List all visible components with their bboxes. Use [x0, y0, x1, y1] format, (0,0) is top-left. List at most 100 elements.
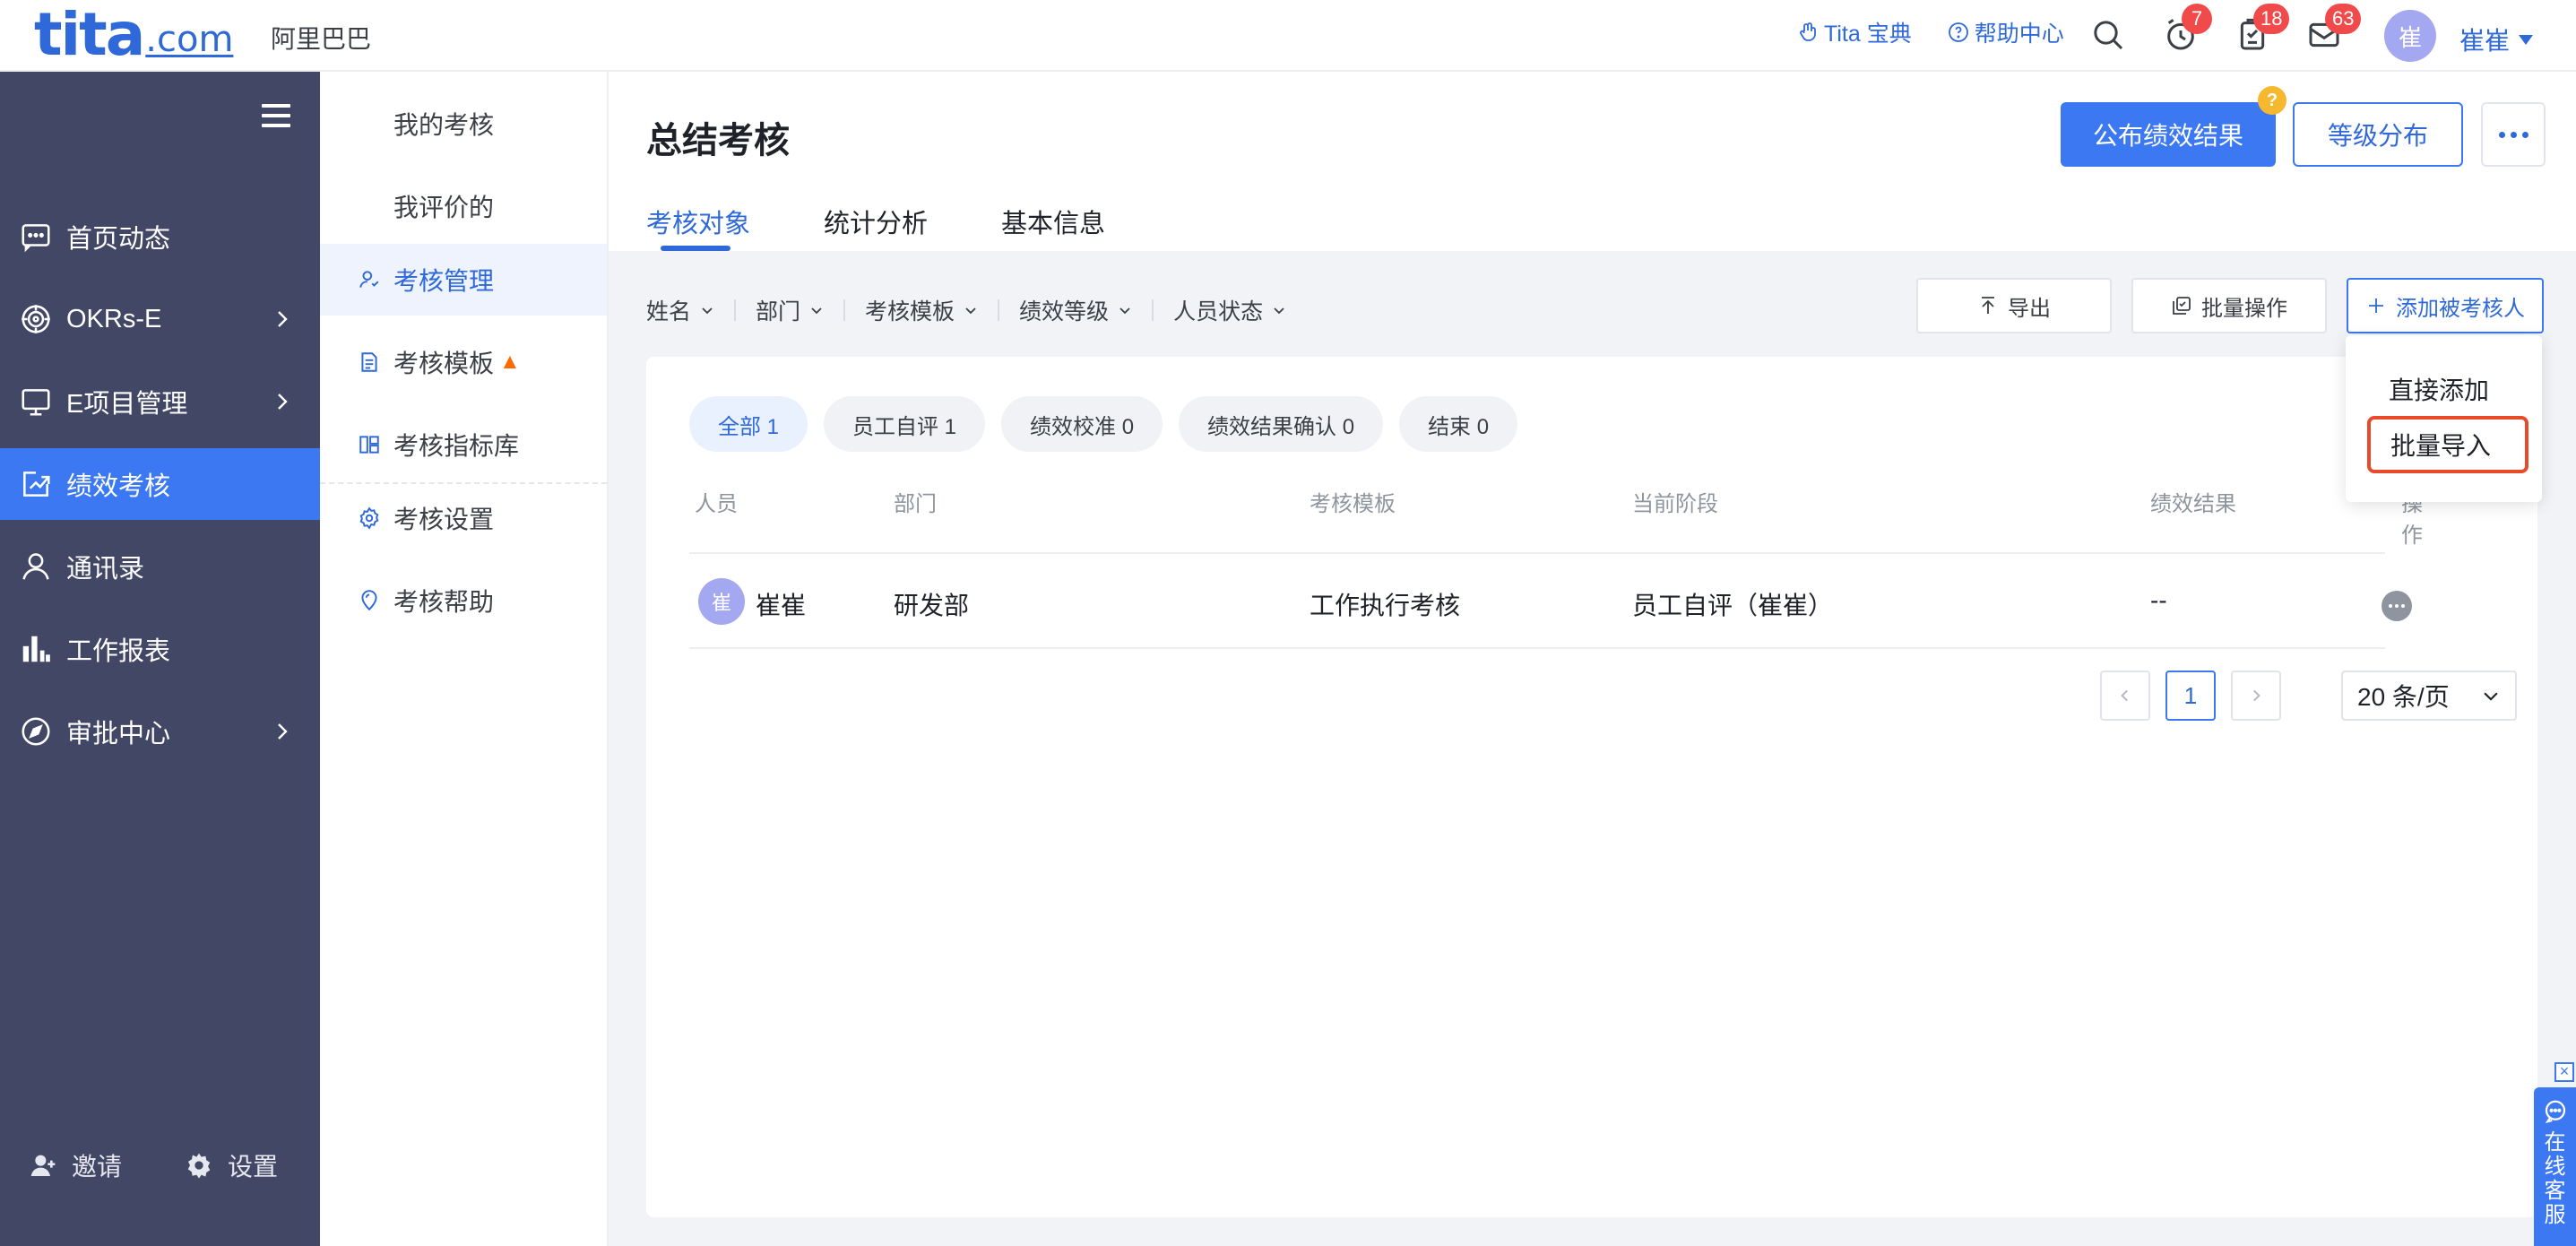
hand-icon: [1800, 22, 1816, 41]
row-more-icon[interactable]: [2382, 591, 2412, 621]
search-icon: [2094, 21, 2123, 50]
nav-label: E项目管理: [66, 390, 188, 419]
submenu-my-evaluations[interactable]: 我评价的: [320, 170, 607, 242]
filter-department[interactable]: 部门: [734, 299, 843, 324]
submenu-review-settings[interactable]: 考核设置: [320, 482, 607, 554]
table-row[interactable]: 崔 崔崔 研发部 工作执行考核 员工自评（崔崔） --: [689, 554, 2412, 649]
person-name[interactable]: 崔崔: [756, 586, 806, 622]
help-center-label: 帮助中心: [1974, 22, 2064, 47]
chip-calibration[interactable]: 绩效校准 0: [1001, 396, 1163, 452]
export-button[interactable]: 导出: [1916, 278, 2112, 333]
service-label: 服: [2544, 1203, 2566, 1227]
add-reviewee-button[interactable]: 添加被考核人: [2347, 278, 2544, 333]
company-name: 阿里巴巴: [271, 25, 372, 53]
column-person: 人员: [695, 492, 738, 516]
online-service-button[interactable]: 在 线 客 服: [2534, 1087, 2576, 1246]
chevron-left-icon: [2121, 689, 2128, 702]
user-avatar[interactable]: 崔: [2384, 10, 2436, 62]
submenu-label: 我评价的: [393, 194, 495, 221]
caret-down-icon: [2519, 34, 2534, 45]
nav-work-reports[interactable]: 工作报表: [0, 613, 320, 685]
plus-icon: [2369, 299, 2383, 313]
main-header: 总结考核 考核对象 统计分析 基本信息 公布绩效结果 ? 等级分布: [609, 72, 2576, 251]
template: 工作执行考核: [1310, 592, 1461, 619]
service-close-icon[interactable]: ×: [2554, 1062, 2574, 1082]
publish-results-button[interactable]: 公布绩效结果: [2061, 102, 2276, 167]
nav-approval-center[interactable]: 审批中心: [0, 696, 320, 767]
chip-finished[interactable]: 结束 0: [1399, 396, 1518, 452]
filter-bar: 姓名 部门 考核模板 绩效等级 人员状态: [646, 299, 1306, 324]
department: 研发部: [894, 592, 970, 619]
export-icon: [1982, 297, 1994, 314]
filter-label: 绩效等级: [1019, 299, 1110, 324]
submenu-review-management[interactable]: 考核管理: [320, 244, 607, 316]
submenu-label: 我的考核: [393, 111, 495, 139]
chevron-right-icon: [278, 311, 288, 327]
tita-guide-label: Tita 宝典: [1824, 22, 1912, 47]
add-reviewee-dropdown: 直接添加 批量导入: [2346, 335, 2542, 502]
batch-import-option[interactable]: 批量导入: [2367, 416, 2528, 473]
settings-button[interactable]: 设置: [185, 1147, 278, 1183]
tita-logo[interactable]: tita .com: [34, 0, 234, 69]
user-menu[interactable]: 崔崔: [2459, 22, 2534, 57]
chip-all[interactable]: 全部 1: [689, 396, 808, 452]
chat-icon: [22, 224, 50, 253]
filter-grade[interactable]: 绩效等级: [998, 299, 1152, 324]
submenu-label: 考核管理: [393, 267, 495, 295]
library-icon: [359, 436, 379, 454]
nav-performance[interactable]: 绩效考核: [0, 448, 320, 520]
top-header: tita .com 阿里巴巴 Tita 宝典 帮助中心 7 18 63 崔 崔崔: [0, 0, 2576, 72]
submenu-review-templates[interactable]: 考核模板 ▲: [320, 326, 607, 398]
page-size-select[interactable]: 20 条/页: [2341, 671, 2517, 721]
page-number[interactable]: 1: [2165, 671, 2216, 721]
chevron-right-icon: [2253, 689, 2260, 702]
filter-label: 姓名: [646, 299, 692, 324]
tab-statistics[interactable]: 统计分析: [824, 203, 928, 251]
chip-self-review[interactable]: 员工自评 1: [824, 396, 986, 452]
tab-basic-info[interactable]: 基本信息: [1001, 203, 1105, 251]
tab-review-targets[interactable]: 考核对象: [646, 203, 750, 251]
nav-contacts[interactable]: 通讯录: [0, 531, 320, 602]
document-icon: [361, 352, 377, 372]
grade-distribution-button[interactable]: 等级分布: [2293, 102, 2463, 167]
column-template: 考核模板: [1310, 492, 1396, 516]
submenu-my-reviews[interactable]: 我的考核: [320, 88, 607, 160]
reminder-badge: 7: [2182, 4, 2212, 34]
filter-template[interactable]: 考核模板: [843, 299, 998, 324]
submenu-review-help[interactable]: 考核帮助: [320, 565, 607, 636]
chevron-down-icon: [2484, 692, 2498, 701]
nav-okrs[interactable]: OKRs-E: [0, 283, 320, 355]
nav-project-management[interactable]: E项目管理: [0, 366, 320, 437]
tasks-button[interactable]: 18: [2232, 4, 2290, 56]
submenu-label: 考核模板: [393, 350, 495, 377]
logo-text: tita: [34, 0, 145, 69]
filter-status[interactable]: 人员状态: [1152, 299, 1306, 324]
batch-operations-button[interactable]: 批量操作: [2131, 278, 2327, 333]
nav-home-feed[interactable]: 首页动态: [0, 201, 320, 273]
column-stage: 当前阶段: [1632, 492, 1718, 516]
search-button[interactable]: [2088, 14, 2129, 56]
add-reviewee-label: 添加被考核人: [2396, 296, 2525, 321]
reminder-button[interactable]: 7: [2160, 4, 2212, 56]
next-page-button[interactable]: [2231, 671, 2281, 721]
prev-page-button[interactable]: [2100, 671, 2150, 721]
chat-bubble-icon: [2545, 1100, 2565, 1124]
tita-guide-link[interactable]: Tita 宝典: [1797, 16, 1912, 48]
sidebar-footer: 邀请 设置: [0, 1147, 320, 1183]
filter-name[interactable]: 姓名: [646, 299, 734, 324]
chevron-right-icon: [278, 723, 288, 740]
help-badge[interactable]: ?: [2258, 86, 2286, 115]
chip-result-confirm[interactable]: 绩效结果确认 0: [1179, 396, 1384, 452]
fire-icon: ▲: [499, 350, 521, 374]
invite-button[interactable]: 邀请: [29, 1147, 122, 1183]
direct-add-option[interactable]: 直接添加: [2346, 360, 2542, 418]
chevron-down-icon: [811, 307, 822, 315]
add-user-icon: [30, 1155, 56, 1176]
help-center-link[interactable]: 帮助中心: [1948, 16, 2064, 48]
messages-button[interactable]: 63: [2304, 4, 2362, 56]
logo-suffix: .com: [145, 19, 234, 60]
submenu-indicator-library[interactable]: 考核指标库: [320, 409, 607, 480]
more-options-button[interactable]: [2481, 102, 2546, 167]
person-settings-icon: [359, 271, 379, 288]
menu-toggle-icon[interactable]: [262, 104, 290, 127]
